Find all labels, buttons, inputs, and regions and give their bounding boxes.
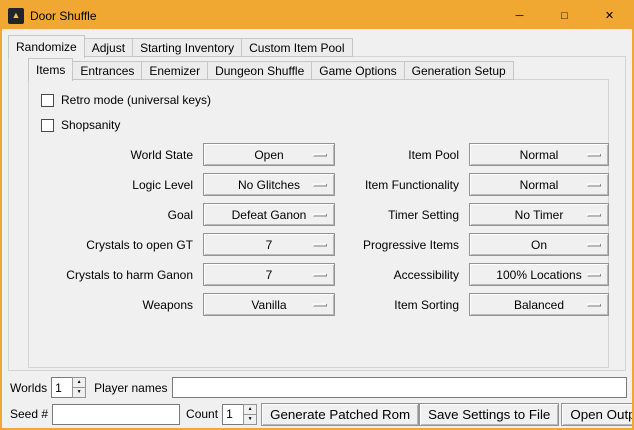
dropdown-indicator-icon <box>587 153 601 156</box>
seed-row: Seed # Count ▲ ▼ Generate Patched Rom Sa… <box>10 402 627 426</box>
titlebar[interactable]: ▲ Door Shuffle ─ □ ✕ <box>2 2 632 29</box>
tab-enemizer[interactable]: Enemizer <box>141 61 208 80</box>
caption-buttons: ─ □ ✕ <box>497 2 632 29</box>
worlds-spin-up-icon[interactable]: ▲ <box>72 377 86 388</box>
tab-starting-inventory[interactable]: Starting Inventory <box>132 38 242 57</box>
crystals-open-gt-dropdown[interactable]: 7 <box>203 233 335 256</box>
dropdown-indicator-icon <box>587 243 601 246</box>
minimize-icon: ─ <box>516 10 524 22</box>
tab-adjust[interactable]: Adjust <box>84 38 133 57</box>
tab-items[interactable]: Items <box>28 58 73 81</box>
items-tab-pane: Retro mode (universal keys) Shopsanity W… <box>28 79 609 368</box>
count-spin-down-icon[interactable]: ▼ <box>243 415 257 425</box>
count-spin-up-icon[interactable]: ▲ <box>243 404 257 415</box>
seed-input[interactable] <box>52 404 180 425</box>
timer-setting-label: Timer Setting <box>341 208 463 222</box>
dropdown-indicator-icon <box>313 183 327 186</box>
tab-game-options[interactable]: Game Options <box>311 61 404 80</box>
generate-patched-rom-button[interactable]: Generate Patched Rom <box>261 403 419 426</box>
dropdown-indicator-icon <box>313 303 327 306</box>
goal-dropdown[interactable]: Defeat Ganon <box>203 203 335 226</box>
maximize-icon: □ <box>561 10 568 22</box>
dropdown-indicator-icon <box>313 243 327 246</box>
player-names-input[interactable] <box>172 377 628 398</box>
progressive-items-dropdown[interactable]: On <box>469 233 609 256</box>
open-output-directory-button[interactable]: Open Output Directory <box>561 403 634 426</box>
maximize-button[interactable]: □ <box>542 2 587 29</box>
shopsanity-checkbox[interactable] <box>41 119 54 132</box>
options-grid: World State Open Item Pool Normal Logic … <box>39 143 608 316</box>
dropdown-indicator-icon <box>587 303 601 306</box>
progressive-items-label: Progressive Items <box>341 238 463 252</box>
door-shuffle-window: ▲ Door Shuffle ─ □ ✕ Randomize Adjust St… <box>0 0 634 430</box>
dropdown-indicator-icon <box>313 273 327 276</box>
worlds-spin-down-icon[interactable]: ▼ <box>72 388 86 398</box>
item-pool-label: Item Pool <box>341 148 463 162</box>
seed-label: Seed # <box>10 407 48 421</box>
count-spinner: ▲ ▼ <box>222 404 257 425</box>
tab-custom-item-pool[interactable]: Custom Item Pool <box>241 38 352 57</box>
worlds-input[interactable] <box>51 377 72 398</box>
weapons-label: Weapons <box>39 298 197 312</box>
dropdown-indicator-icon <box>313 153 327 156</box>
item-sorting-label: Item Sorting <box>341 298 463 312</box>
worlds-spinner-arrows: ▲ ▼ <box>72 377 86 398</box>
player-names-label: Player names <box>94 381 167 395</box>
item-functionality-dropdown[interactable]: Normal <box>469 173 609 196</box>
tab-randomize[interactable]: Randomize <box>8 35 85 58</box>
outer-tab-bar: Randomize Adjust Starting Inventory Cust… <box>8 35 352 57</box>
retro-mode-label: Retro mode (universal keys) <box>61 93 211 107</box>
world-state-dropdown[interactable]: Open <box>203 143 335 166</box>
accessibility-label: Accessibility <box>341 268 463 282</box>
crystals-open-gt-label: Crystals to open GT <box>39 238 197 252</box>
shopsanity-label: Shopsanity <box>61 118 120 132</box>
worlds-row: Worlds ▲ ▼ Player names <box>10 376 627 399</box>
world-state-label: World State <box>39 148 197 162</box>
retro-mode-checkbox[interactable] <box>41 94 54 107</box>
save-settings-button[interactable]: Save Settings to File <box>419 403 559 426</box>
count-label: Count <box>186 407 218 421</box>
logic-level-label: Logic Level <box>39 178 197 192</box>
count-input[interactable] <box>222 404 243 425</box>
tab-dungeon-shuffle[interactable]: Dungeon Shuffle <box>207 61 312 80</box>
weapons-dropdown[interactable]: Vanilla <box>203 293 335 316</box>
window-title: Door Shuffle <box>30 9 97 23</box>
item-sorting-dropdown[interactable]: Balanced <box>469 293 609 316</box>
dropdown-indicator-icon <box>313 213 327 216</box>
retro-mode-row: Retro mode (universal keys) <box>41 90 608 110</box>
crystals-harm-ganon-label: Crystals to harm Ganon <box>39 268 197 282</box>
dropdown-indicator-icon <box>587 213 601 216</box>
item-pool-dropdown[interactable]: Normal <box>469 143 609 166</box>
accessibility-dropdown[interactable]: 100% Locations <box>469 263 609 286</box>
dropdown-indicator-icon <box>587 183 601 186</box>
minimize-button[interactable]: ─ <box>497 2 542 29</box>
shopsanity-row: Shopsanity <box>41 115 608 135</box>
crystals-harm-ganon-dropdown[interactable]: 7 <box>203 263 335 286</box>
worlds-spinner: ▲ ▼ <box>51 377 86 398</box>
item-functionality-label: Item Functionality <box>341 178 463 192</box>
timer-setting-dropdown[interactable]: No Timer <box>469 203 609 226</box>
tab-generation-setup[interactable]: Generation Setup <box>404 61 514 80</box>
count-spinner-arrows: ▲ ▼ <box>243 404 257 425</box>
app-icon: ▲ <box>8 8 24 24</box>
tab-entrances[interactable]: Entrances <box>72 61 142 80</box>
close-icon: ✕ <box>605 9 614 22</box>
close-button[interactable]: ✕ <box>587 2 632 29</box>
logic-level-dropdown[interactable]: No Glitches <box>203 173 335 196</box>
worlds-label: Worlds <box>10 381 47 395</box>
dropdown-indicator-icon <box>587 273 601 276</box>
goal-label: Goal <box>39 208 197 222</box>
inner-tab-bar: Items Entrances Enemizer Dungeon Shuffle… <box>28 58 513 80</box>
